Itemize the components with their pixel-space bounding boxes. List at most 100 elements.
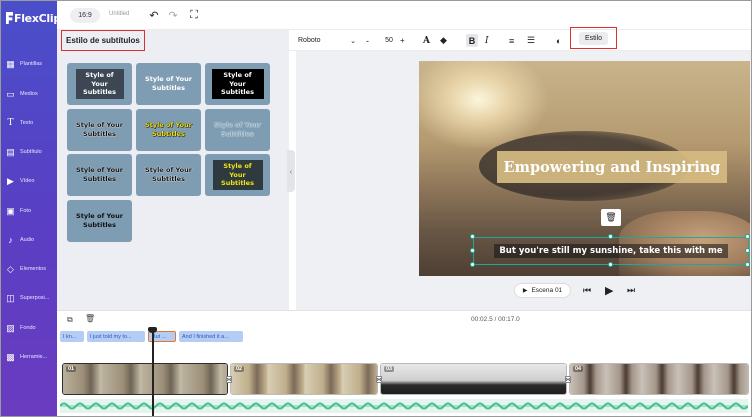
opacity-icon[interactable]: ◐ bbox=[556, 34, 561, 47]
elements-icon: ◇ bbox=[7, 263, 14, 274]
resize-handle[interactable] bbox=[470, 234, 475, 239]
subtitle-chip[interactable]: And I finished it a... bbox=[179, 331, 243, 342]
italic-icon[interactable]: I bbox=[485, 34, 489, 47]
font-size-decrease-button[interactable]: - bbox=[366, 34, 369, 47]
sidebar-item-texto[interactable]: T Texto bbox=[5, 116, 57, 130]
resize-handle[interactable] bbox=[470, 262, 475, 267]
sidebar-item-label: Audio bbox=[20, 237, 35, 243]
background-icon: ▨ bbox=[6, 322, 15, 333]
subtitle-style-tile[interactable]: Style of Your Subtitles bbox=[67, 154, 132, 196]
trash-icon[interactable]: 🗑 bbox=[85, 314, 95, 323]
chevron-left-icon: ‹ bbox=[289, 166, 293, 176]
transition-icon[interactable]: ⋈ bbox=[226, 376, 232, 383]
style-button[interactable]: Estilo bbox=[578, 31, 609, 45]
subtitle-icon: ▤ bbox=[6, 146, 15, 157]
video-clip[interactable]: 04 bbox=[569, 363, 749, 395]
video-clip[interactable]: 03 bbox=[380, 363, 567, 395]
subtitle-style-tile[interactable]: Style of Your Subtitles bbox=[67, 109, 132, 151]
flexclip-logo[interactable]: FlexClip bbox=[6, 10, 61, 26]
sidebar-item-fondo[interactable]: ▨ Fondo bbox=[5, 321, 57, 335]
resize-handle[interactable] bbox=[745, 234, 750, 239]
subtitle-text[interactable]: But you're still my sunshine, take this … bbox=[494, 244, 728, 258]
media-folder-icon: ▭ bbox=[6, 88, 15, 99]
subtitle-style-tile[interactable]: Style of Your Subtitles bbox=[205, 63, 270, 105]
project-title[interactable]: Untitled bbox=[109, 11, 129, 17]
subtitle-style-tile[interactable]: Style of Your Subtitles bbox=[136, 154, 201, 196]
trash-icon[interactable]: 🗑 bbox=[601, 209, 621, 226]
fullscreen-icon[interactable]: ⛶ bbox=[188, 8, 200, 22]
sidebar-item-label: Fondo bbox=[20, 325, 36, 331]
subtitle-text-box[interactable]: But you're still my sunshine, take this … bbox=[473, 237, 749, 265]
tools-icon: ▩ bbox=[6, 351, 15, 362]
clip-number: 03 bbox=[384, 366, 395, 372]
next-scene-icon[interactable]: ⏭ bbox=[627, 283, 635, 298]
transition-icon[interactable]: ⋈ bbox=[376, 376, 382, 383]
sidebar-item-foto[interactable]: ▣ Foto bbox=[5, 204, 57, 218]
text-icon: T bbox=[7, 118, 14, 128]
video-clip[interactable]: 01 bbox=[62, 363, 228, 395]
font-size-value[interactable]: 50 bbox=[382, 34, 396, 47]
subtitle-chip[interactable]: I just told my to... bbox=[87, 331, 145, 342]
aspect-ratio-button[interactable]: 16:9 bbox=[70, 8, 100, 23]
sidebar-item-elementos[interactable]: ◇ Elementos bbox=[5, 262, 57, 276]
sidebar-item-label: Texto bbox=[20, 120, 34, 126]
previous-scene-icon[interactable]: ⏮ bbox=[583, 283, 591, 298]
fill-color-icon[interactable]: ◆ bbox=[440, 34, 447, 47]
subtitle-style-tile[interactable]: Style of Your Subtitles bbox=[136, 109, 201, 151]
subtitle-style-tile[interactable]: Style of Your Subtitles bbox=[205, 154, 270, 196]
sidebar-item-subtitulo[interactable]: ▤ Subtítulo bbox=[5, 145, 57, 159]
sidebar-item-label: Superposi... bbox=[20, 295, 50, 301]
style-button-highlight: Estilo bbox=[570, 27, 617, 49]
panel-title: Estilo de subtítulos bbox=[61, 30, 145, 51]
sidebar-item-label: Elementos bbox=[20, 266, 46, 272]
sidebar-item-medios[interactable]: ▭ Medios bbox=[5, 87, 57, 101]
overlay-icon: ◫ bbox=[6, 292, 15, 303]
sidebar-item-video[interactable]: ▶ Vídeo bbox=[5, 174, 57, 188]
subtitle-style-tile[interactable]: Style of Your Subtitles bbox=[67, 200, 132, 242]
resize-handle[interactable] bbox=[470, 248, 475, 253]
subtitle-chip[interactable]: I kn... bbox=[60, 331, 84, 342]
resize-handle[interactable] bbox=[608, 234, 613, 239]
video-icon: ▶ bbox=[7, 175, 14, 186]
sidebar-item-superposiciones[interactable]: ◫ Superposi... bbox=[5, 291, 57, 305]
split-icon[interactable]: ⧉ bbox=[67, 315, 73, 325]
sidebar-item-herramientas[interactable]: ▩ Herramie... bbox=[5, 350, 57, 364]
scene-selector[interactable]: ▶ Escena 01 bbox=[514, 283, 571, 298]
collapse-panel-tab[interactable]: ‹ bbox=[287, 150, 295, 192]
photo-icon: ▣ bbox=[6, 205, 15, 216]
sidebar-item-label: Herramie... bbox=[20, 354, 48, 360]
playhead[interactable] bbox=[152, 330, 154, 416]
subtitle-style-tile[interactable]: Style of Your Subtitles bbox=[136, 63, 201, 105]
resize-handle[interactable] bbox=[745, 262, 750, 267]
subtitle-track: I kn... I just told my to... But ... And… bbox=[57, 328, 751, 344]
line-spacing-icon[interactable]: ☰ bbox=[527, 34, 535, 47]
clip-number: 04 bbox=[573, 366, 584, 372]
time-readout: 00:02.5 / 00:17.0 bbox=[471, 316, 520, 323]
subtitle-style-tile[interactable]: Style of Your Subtitles bbox=[205, 109, 270, 151]
video-clip[interactable]: 02 bbox=[230, 363, 378, 395]
sidebar-item-audio[interactable]: ♪ Audio bbox=[5, 233, 57, 247]
font-size-increase-button[interactable]: + bbox=[400, 34, 405, 47]
headline-text[interactable]: Empowering and Inspiring bbox=[497, 151, 727, 183]
bold-icon[interactable]: B bbox=[466, 34, 478, 47]
timeline-header: ⧉ 🗑 00:02.5 / 00:17.0 bbox=[57, 310, 751, 328]
text-format-toolbar: Roboto ⌄ - 50 + A ◆ B I ≡ ☰ ◐ Estilo bbox=[289, 27, 751, 51]
transition-icon[interactable]: ⋈ bbox=[565, 376, 571, 383]
sidebar-item-plantillas[interactable]: ▦ Plantillas bbox=[5, 57, 57, 71]
align-center-icon[interactable]: ≡ bbox=[509, 34, 514, 47]
text-color-icon[interactable]: A bbox=[423, 34, 430, 47]
sidebar-item-label: Vídeo bbox=[20, 178, 35, 184]
top-toolbar: 16:9 Untitled ↶ ↷ ⛶ bbox=[57, 1, 751, 30]
play-icon[interactable]: ▶ bbox=[605, 283, 613, 298]
resize-handle[interactable] bbox=[608, 262, 613, 267]
font-family-select[interactable]: Roboto ⌄ bbox=[298, 34, 356, 47]
undo-icon[interactable]: ↶ bbox=[148, 8, 160, 22]
templates-icon: ▦ bbox=[6, 58, 15, 69]
chevron-down-icon: ⌄ bbox=[350, 37, 356, 45]
subtitle-style-tile[interactable]: Style of Your Subtitles bbox=[67, 63, 132, 105]
redo-icon[interactable]: ↷ bbox=[167, 8, 179, 22]
audio-waveform[interactable] bbox=[60, 399, 748, 413]
sidebar-item-label: Subtítulo bbox=[20, 149, 42, 155]
play-small-icon: ▶ bbox=[522, 288, 528, 294]
resize-handle[interactable] bbox=[745, 248, 750, 253]
